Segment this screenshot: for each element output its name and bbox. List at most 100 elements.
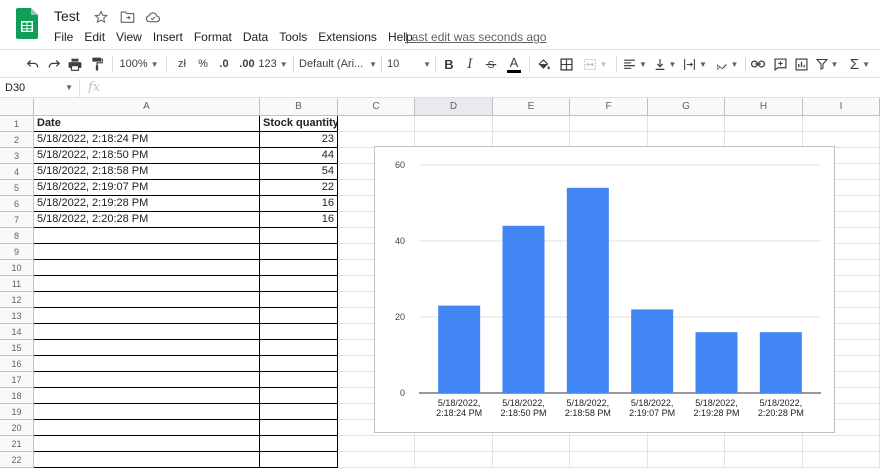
menu-extensions[interactable]: Extensions bbox=[318, 28, 381, 46]
cell-c21[interactable] bbox=[338, 436, 415, 452]
text-wrapping-icon[interactable]: ▼ bbox=[682, 54, 708, 74]
redo-icon[interactable] bbox=[45, 54, 63, 74]
row-header-6[interactable]: 6 bbox=[0, 196, 34, 212]
column-header-f[interactable]: F bbox=[570, 98, 648, 116]
column-header-h[interactable]: H bbox=[725, 98, 803, 116]
cell-a17[interactable] bbox=[34, 372, 260, 388]
menu-format[interactable]: Format bbox=[194, 28, 236, 46]
cloud-status-icon[interactable] bbox=[144, 8, 162, 26]
move-folder-icon[interactable] bbox=[118, 8, 136, 26]
menu-tools[interactable]: Tools bbox=[279, 28, 311, 46]
row-header-2[interactable]: 2 bbox=[0, 132, 34, 148]
formula-input[interactable] bbox=[112, 82, 872, 96]
row-header-20[interactable]: 20 bbox=[0, 420, 34, 436]
column-header-d[interactable]: D bbox=[415, 98, 493, 116]
select-all-corner[interactable] bbox=[0, 98, 34, 116]
menu-view[interactable]: View bbox=[116, 28, 146, 46]
font-size-select[interactable]: 10 ▼ bbox=[387, 54, 431, 74]
cell-i1[interactable] bbox=[803, 116, 880, 132]
cell-g22[interactable] bbox=[648, 452, 725, 468]
cell-f22[interactable] bbox=[570, 452, 648, 468]
star-icon[interactable] bbox=[92, 8, 110, 26]
column-header-c[interactable]: C bbox=[338, 98, 415, 116]
cell-a7[interactable]: 5/18/2022, 2:20:28 PM bbox=[34, 212, 260, 228]
print-icon[interactable] bbox=[66, 54, 84, 74]
row-header-7[interactable]: 7 bbox=[0, 212, 34, 228]
row-header-17[interactable]: 17 bbox=[0, 372, 34, 388]
row-header-3[interactable]: 3 bbox=[0, 148, 34, 164]
insert-link-icon[interactable] bbox=[749, 54, 767, 74]
cell-g1[interactable] bbox=[648, 116, 725, 132]
decrease-decimal-button[interactable]: .0 bbox=[214, 54, 234, 74]
column-header-e[interactable]: E bbox=[493, 98, 570, 116]
row-header-11[interactable]: 11 bbox=[0, 276, 34, 292]
font-select[interactable]: Default (Ari... ▼ bbox=[299, 54, 377, 74]
horizontal-align-icon[interactable]: ▼ bbox=[622, 54, 648, 74]
cell-b14[interactable] bbox=[260, 324, 338, 340]
row-header-4[interactable]: 4 bbox=[0, 164, 34, 180]
cell-a19[interactable] bbox=[34, 404, 260, 420]
bold-button[interactable]: B bbox=[440, 54, 458, 74]
cell-f21[interactable] bbox=[570, 436, 648, 452]
cell-a16[interactable] bbox=[34, 356, 260, 372]
cell-b9[interactable] bbox=[260, 244, 338, 260]
menu-edit[interactable]: Edit bbox=[84, 28, 109, 46]
row-header-16[interactable]: 16 bbox=[0, 356, 34, 372]
cell-b5[interactable]: 22 bbox=[260, 180, 338, 196]
row-header-13[interactable]: 13 bbox=[0, 308, 34, 324]
row-header-22[interactable]: 22 bbox=[0, 452, 34, 468]
cell-g21[interactable] bbox=[648, 436, 725, 452]
row-header-14[interactable]: 14 bbox=[0, 324, 34, 340]
zoom-select[interactable]: 100% ▼ bbox=[118, 54, 160, 74]
cell-a20[interactable] bbox=[34, 420, 260, 436]
cell-h21[interactable] bbox=[725, 436, 803, 452]
italic-button[interactable]: I bbox=[461, 54, 479, 74]
chart-bar[interactable] bbox=[759, 332, 802, 393]
menu-file[interactable]: File bbox=[54, 28, 77, 46]
text-color-button[interactable]: A bbox=[504, 54, 524, 74]
chart-bar[interactable] bbox=[631, 309, 674, 393]
row-header-5[interactable]: 5 bbox=[0, 180, 34, 196]
cell-a15[interactable] bbox=[34, 340, 260, 356]
row-header-12[interactable]: 12 bbox=[0, 292, 34, 308]
row-header-21[interactable]: 21 bbox=[0, 436, 34, 452]
cell-b13[interactable] bbox=[260, 308, 338, 324]
cell-b1[interactable]: Stock quantity bbox=[260, 116, 338, 132]
menu-insert[interactable]: Insert bbox=[153, 28, 187, 46]
cell-a9[interactable] bbox=[34, 244, 260, 260]
cell-e22[interactable] bbox=[493, 452, 570, 468]
menu-data[interactable]: Data bbox=[243, 28, 272, 46]
cell-d22[interactable] bbox=[415, 452, 493, 468]
cell-a1[interactable]: Date bbox=[34, 116, 260, 132]
cell-h1[interactable] bbox=[725, 116, 803, 132]
row-header-9[interactable]: 9 bbox=[0, 244, 34, 260]
cell-a4[interactable]: 5/18/2022, 2:18:58 PM bbox=[34, 164, 260, 180]
undo-icon[interactable] bbox=[24, 54, 42, 74]
text-rotation-icon[interactable]: A ▼ bbox=[712, 54, 740, 74]
column-header-a[interactable]: A bbox=[34, 98, 260, 116]
insert-comment-icon[interactable] bbox=[771, 54, 789, 74]
cell-b19[interactable] bbox=[260, 404, 338, 420]
paint-format-icon[interactable] bbox=[88, 54, 106, 74]
cell-b11[interactable] bbox=[260, 276, 338, 292]
bar-chart[interactable]: 0 20 40 60 5/18/2022, 2:18:24 PM 5/18/2022, 2:1… bbox=[374, 146, 835, 433]
chart-bar[interactable] bbox=[695, 332, 738, 393]
last-edit-link[interactable]: Last edit was seconds ago bbox=[405, 30, 546, 44]
cell-a11[interactable] bbox=[34, 276, 260, 292]
cell-b20[interactable] bbox=[260, 420, 338, 436]
column-header-b[interactable]: B bbox=[260, 98, 338, 116]
cell-b6[interactable]: 16 bbox=[260, 196, 338, 212]
insert-chart-icon[interactable] bbox=[792, 54, 810, 74]
more-formats-select[interactable]: 123 ▼ bbox=[258, 54, 287, 74]
increase-decimal-button[interactable]: .00 bbox=[236, 54, 258, 74]
cell-a18[interactable] bbox=[34, 388, 260, 404]
document-title[interactable]: Test bbox=[54, 8, 80, 24]
chart-bar[interactable] bbox=[502, 225, 545, 393]
vertical-align-icon[interactable]: ▼ bbox=[652, 54, 678, 74]
cell-a5[interactable]: 5/18/2022, 2:19:07 PM bbox=[34, 180, 260, 196]
cell-b22[interactable] bbox=[260, 452, 338, 468]
filter-icon[interactable]: ▼ bbox=[814, 54, 840, 74]
cell-b16[interactable] bbox=[260, 356, 338, 372]
cell-i21[interactable] bbox=[803, 436, 880, 452]
borders-icon[interactable] bbox=[557, 54, 575, 74]
